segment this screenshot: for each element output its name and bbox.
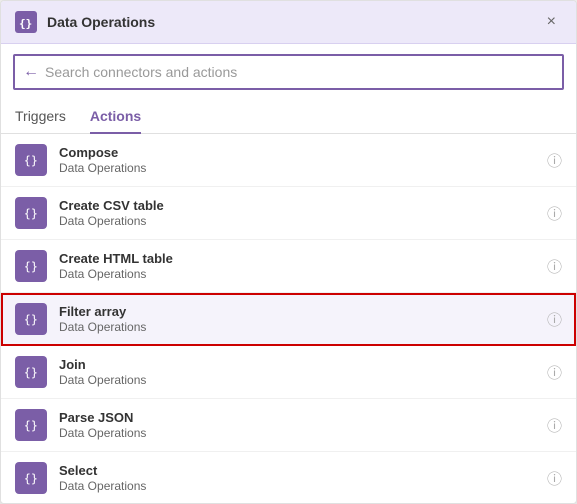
action-item-create-html[interactable]: {} Create HTML table Data Operations ⓘ: [1, 240, 576, 293]
action-item-filter-array[interactable]: {} Filter array Data Operations ⓘ: [1, 293, 576, 346]
action-item-join[interactable]: {} Join Data Operations ⓘ: [1, 346, 576, 399]
action-subtitle-filter-array: Data Operations: [59, 320, 539, 334]
action-text-parse-json: Parse JSON Data Operations: [59, 410, 539, 440]
action-icon-compose: {}: [15, 144, 47, 176]
action-icon-parse-json: {}: [15, 409, 47, 441]
tabs-bar: Triggers Actions: [1, 100, 576, 134]
info-icon-join[interactable]: ⓘ: [547, 362, 562, 383]
action-text-filter-array: Filter array Data Operations: [59, 304, 539, 334]
action-icon-filter-array: {}: [15, 303, 47, 335]
svg-text:{}: {}: [24, 472, 38, 486]
info-icon-create-html[interactable]: ⓘ: [547, 256, 562, 277]
svg-text:{}: {}: [24, 260, 38, 274]
action-item-compose[interactable]: {} Compose Data Operations ⓘ: [1, 134, 576, 187]
tab-actions[interactable]: Actions: [90, 100, 141, 134]
svg-text:{}: {}: [24, 313, 38, 327]
action-item-parse-json[interactable]: {} Parse JSON Data Operations ⓘ: [1, 399, 576, 452]
action-text-compose: Compose Data Operations: [59, 145, 539, 175]
back-button[interactable]: ←: [23, 63, 39, 81]
action-name-create-html: Create HTML table: [59, 251, 539, 266]
svg-text:{}: {}: [24, 207, 38, 221]
action-icon-create-html: {}: [15, 250, 47, 282]
info-icon-compose[interactable]: ⓘ: [547, 150, 562, 171]
action-text-create-csv: Create CSV table Data Operations: [59, 198, 539, 228]
dialog: {} Data Operations × ← Triggers Actions …: [0, 0, 577, 504]
tab-triggers[interactable]: Triggers: [15, 100, 66, 134]
svg-text:{}: {}: [19, 17, 32, 30]
action-subtitle-create-csv: Data Operations: [59, 214, 539, 228]
action-name-select: Select: [59, 463, 539, 478]
svg-text:{}: {}: [24, 419, 38, 433]
close-button[interactable]: ×: [541, 11, 562, 33]
search-input[interactable]: [45, 56, 554, 88]
action-icon-create-csv: {}: [15, 197, 47, 229]
header-icon: {}: [15, 11, 37, 33]
action-name-filter-array: Filter array: [59, 304, 539, 319]
action-subtitle-parse-json: Data Operations: [59, 426, 539, 440]
action-icon-select: {}: [15, 462, 47, 494]
search-bar: ←: [13, 54, 564, 90]
svg-text:{}: {}: [24, 366, 38, 380]
info-icon-select[interactable]: ⓘ: [547, 468, 562, 489]
header-left: {} Data Operations: [15, 11, 155, 33]
svg-text:{}: {}: [24, 154, 38, 168]
action-text-join: Join Data Operations: [59, 357, 539, 387]
action-name-compose: Compose: [59, 145, 539, 160]
action-subtitle-select: Data Operations: [59, 479, 539, 493]
action-text-select: Select Data Operations: [59, 463, 539, 493]
action-name-create-csv: Create CSV table: [59, 198, 539, 213]
action-item-create-csv[interactable]: {} Create CSV table Data Operations ⓘ: [1, 187, 576, 240]
action-subtitle-join: Data Operations: [59, 373, 539, 387]
info-icon-filter-array[interactable]: ⓘ: [547, 309, 562, 330]
info-icon-parse-json[interactable]: ⓘ: [547, 415, 562, 436]
action-name-parse-json: Parse JSON: [59, 410, 539, 425]
action-name-join: Join: [59, 357, 539, 372]
action-item-select[interactable]: {} Select Data Operations ⓘ: [1, 452, 576, 503]
dialog-header: {} Data Operations ×: [1, 1, 576, 44]
action-subtitle-create-html: Data Operations: [59, 267, 539, 281]
action-subtitle-compose: Data Operations: [59, 161, 539, 175]
info-icon-create-csv[interactable]: ⓘ: [547, 203, 562, 224]
dialog-title: Data Operations: [47, 14, 155, 30]
action-icon-join: {}: [15, 356, 47, 388]
action-text-create-html: Create HTML table Data Operations: [59, 251, 539, 281]
actions-list: {} Compose Data Operations ⓘ {} Create C…: [1, 134, 576, 503]
